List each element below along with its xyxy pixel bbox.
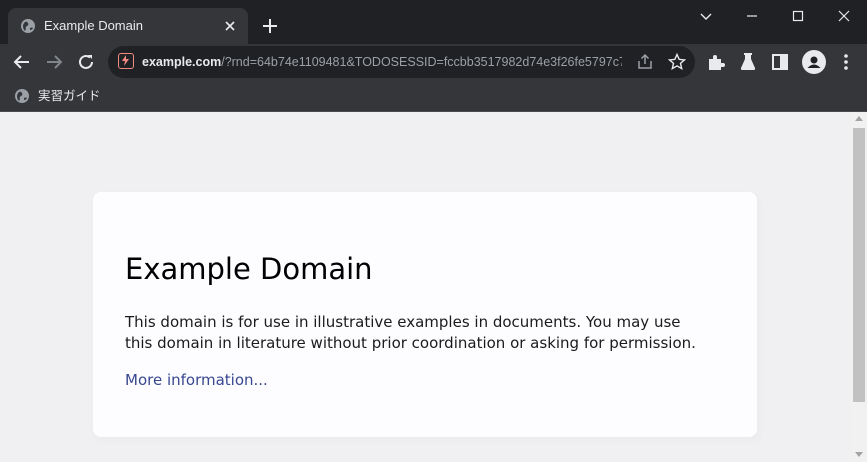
share-icon[interactable] <box>635 52 655 72</box>
close-icon <box>838 10 850 22</box>
scroll-up-arrow-icon[interactable] <box>855 116 863 121</box>
lightning-icon[interactable] <box>118 53 134 69</box>
browser-chrome: Example Domain example.com/?rnd=64b74e11… <box>0 0 867 112</box>
menu-icon[interactable] <box>834 50 858 74</box>
bookmark-label: 実習ガイド <box>38 89 101 103</box>
tab-search-button[interactable] <box>683 0 729 32</box>
minimize-icon <box>747 15 757 17</box>
new-tab-button[interactable] <box>258 14 282 38</box>
labs-flask-icon[interactable] <box>736 50 760 74</box>
tab-active[interactable]: Example Domain <box>8 8 248 44</box>
toolbar: example.com/?rnd=64b74e1109481&TODOSESSI… <box>0 44 867 80</box>
back-button[interactable] <box>10 50 34 74</box>
globe-icon <box>15 89 29 103</box>
content-card: Example Domain This domain is for use in… <box>93 192 757 437</box>
url-path: /?rnd=64b74e1109481&TODOSESSID=fccbb3517… <box>221 55 622 69</box>
maximize-icon <box>792 10 804 22</box>
scroll-thumb[interactable] <box>853 128 865 402</box>
side-panel-icon[interactable] <box>768 50 792 74</box>
extensions-icon[interactable] <box>704 50 728 74</box>
more-information-link[interactable]: More information... <box>125 370 268 390</box>
globe-icon <box>21 19 35 33</box>
star-icon[interactable] <box>667 52 687 72</box>
chevron-down-icon <box>700 13 712 20</box>
minimize-button[interactable] <box>729 0 775 32</box>
bookmarks-bar: 実習ガイド <box>0 80 867 112</box>
reload-button[interactable] <box>74 50 98 74</box>
page-viewport: Example Domain This domain is for use in… <box>0 112 851 462</box>
url-host: example.com <box>142 55 222 69</box>
vertical-scrollbar[interactable] <box>851 112 867 462</box>
maximize-button[interactable] <box>775 0 821 32</box>
profile-avatar[interactable] <box>802 50 826 74</box>
scroll-down-arrow-icon[interactable] <box>855 452 863 457</box>
address-bar[interactable]: example.com/?rnd=64b74e1109481&TODOSESSI… <box>108 46 695 78</box>
close-window-button[interactable] <box>821 0 867 32</box>
tab-title: Example Domain <box>44 18 143 33</box>
page-paragraph: This domain is for use in illustrative e… <box>125 313 696 352</box>
page-heading: Example Domain <box>125 252 373 286</box>
forward-button[interactable] <box>42 50 66 74</box>
url-text[interactable]: example.com/?rnd=64b74e1109481&TODOSESSI… <box>142 54 622 70</box>
close-icon[interactable] <box>222 18 238 34</box>
tab-strip: Example Domain <box>0 0 867 44</box>
person-icon <box>807 56 821 68</box>
